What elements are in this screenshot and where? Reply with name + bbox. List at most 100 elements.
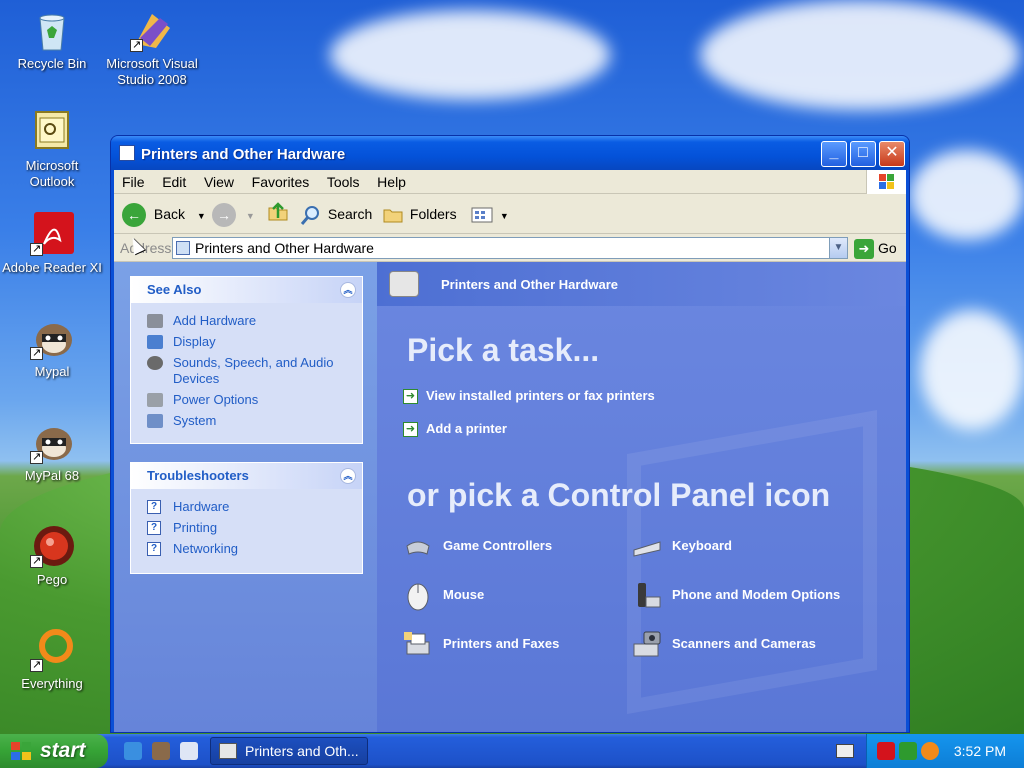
collapse-chevron-icon[interactable]: ︽ (340, 282, 356, 298)
desktop-icon-mypal[interactable]: Mypal (2, 316, 102, 380)
desktop-icon-label: Everything (21, 676, 83, 691)
back-button[interactable]: ← Back ▼ (122, 200, 206, 228)
go-button[interactable]: ➜ Go (854, 237, 897, 260)
content-header-title: Printers and Other Hardware (441, 277, 618, 292)
link-label: Power Options (173, 392, 259, 407)
address-input[interactable]: Printers and Other Hardware ▼ (172, 237, 848, 259)
keyboard-layout-icon[interactable] (836, 744, 854, 758)
back-arrow-icon: ← (122, 203, 146, 228)
cp-scanners-cameras[interactable]: Scanners and Cameras (632, 630, 816, 658)
link-power-options[interactable]: Power Options (147, 392, 354, 408)
mouse-icon (407, 583, 429, 611)
everything-tray-icon[interactable] (921, 742, 939, 760)
pick-icon-heading: or pick a Control Panel icon (407, 477, 831, 513)
watermark (627, 409, 877, 715)
task-pane: See Also ︽ Add Hardware Display Sounds, … (114, 262, 377, 732)
menu-file[interactable]: File (114, 170, 151, 190)
control-panel-icon (219, 743, 237, 759)
troubleshooters-header[interactable]: Troubleshooters ︽ (131, 463, 362, 489)
cp-mouse[interactable]: Mouse (403, 581, 484, 611)
back-dropdown-icon[interactable]: ▼ (197, 211, 206, 221)
link-system[interactable]: System (147, 413, 354, 429)
mypal-icon (30, 316, 74, 361)
desktop-icon-recycle-bin[interactable]: Recycle Bin (2, 8, 102, 72)
desktop-icon-label: Adobe Reader XI (2, 260, 102, 275)
desktop-icon-label: Recycle Bin (17, 56, 87, 71)
link-label: Add Hardware (173, 313, 257, 328)
task-add-printer[interactable]: ➜ Add a printer (403, 421, 507, 438)
up-folder-icon (268, 202, 288, 221)
link-label: Hardware (173, 499, 230, 514)
cp-keyboard[interactable]: Keyboard (632, 532, 732, 560)
taskbar: start Printers and Oth... 3:52 PM (0, 734, 1024, 768)
forward-button[interactable]: → ▼ (212, 200, 255, 228)
start-label: start (40, 739, 86, 762)
desktop-icon-label: Microsoft Outlook (25, 158, 79, 189)
forward-dropdown-icon: ▼ (245, 211, 255, 221)
desktop-icon-label: Mypal (34, 364, 70, 379)
system-icon (147, 414, 163, 428)
task-view-printers[interactable]: ➜ View installed printers or fax printers (403, 388, 655, 405)
keyboard-icon (633, 541, 661, 557)
menu-tools[interactable]: Tools (319, 170, 366, 190)
desktop-icon-everything[interactable]: Everything (2, 628, 102, 692)
search-icon (300, 206, 319, 226)
clock[interactable]: 3:52 PM (954, 743, 1006, 759)
explorer-window: Printers and Other Hardware _ □ ✕ File E… (110, 135, 910, 733)
back-label: Back (153, 206, 186, 222)
views-button[interactable]: ▼ (470, 200, 509, 228)
link-networking-troubleshooter[interactable]: ? Networking (147, 541, 354, 557)
help-icon: ? (147, 521, 161, 535)
cloud (330, 10, 610, 100)
menu-edit[interactable]: Edit (154, 170, 192, 190)
desktop-icon-visual-studio[interactable]: Microsoft Visual Studio 2008 (102, 8, 202, 88)
control-panel-icon (176, 241, 190, 255)
cloud (910, 150, 1024, 240)
internet-explorer-icon[interactable] (124, 742, 142, 760)
minimize-button[interactable]: _ (821, 141, 847, 167)
security-tray-icon[interactable] (899, 742, 917, 760)
menu-help[interactable]: Help (369, 170, 412, 190)
cp-label: Phone and Modem Options (672, 587, 841, 602)
taskbar-button-printers[interactable]: Printers and Oth... (210, 737, 368, 765)
desktop-icon-adobe-reader[interactable]: Adobe Reader XI (2, 212, 102, 276)
help-icon: ? (147, 542, 161, 556)
menu-favorites[interactable]: Favorites (244, 170, 316, 190)
everything-icon (30, 628, 74, 673)
menu-view[interactable]: View (196, 170, 240, 190)
desktop-icon-mypal68[interactable]: MyPal 68 (2, 420, 102, 484)
desktop-icon-label: Microsoft Visual Studio 2008 (106, 56, 198, 87)
close-button[interactable]: ✕ (879, 141, 905, 167)
desktop-icon-label: MyPal 68 (24, 468, 80, 483)
cp-phone-modem[interactable]: Phone and Modem Options (632, 581, 840, 609)
collapse-chevron-icon[interactable]: ︽ (340, 468, 356, 484)
mypal-quicklaunch-icon[interactable] (152, 742, 170, 760)
views-dropdown-icon: ▼ (499, 211, 509, 221)
adobe-reader-tray-icon[interactable] (877, 742, 895, 760)
folders-icon (383, 209, 403, 223)
folders-button[interactable]: Folders (382, 200, 457, 228)
address-dropdown-icon[interactable]: ▼ (829, 238, 847, 258)
forward-arrow-icon: → (212, 203, 236, 228)
title-bar[interactable]: Printers and Other Hardware _ □ ✕ (111, 136, 909, 170)
see-also-header[interactable]: See Also ︽ (131, 277, 362, 303)
start-button[interactable]: start (0, 734, 108, 768)
link-display[interactable]: Display (147, 334, 354, 350)
gamepad-icon (406, 541, 430, 555)
link-hardware-troubleshooter[interactable]: ? Hardware (147, 499, 354, 515)
troubleshooters-panel: Troubleshooters ︽ ? Hardware ? Printing ? N… (130, 462, 363, 574)
cp-game-controllers[interactable]: Game Controllers (403, 532, 552, 560)
sounds-icon (147, 356, 163, 370)
desktop-icon-pego[interactable]: Pego (2, 524, 102, 588)
maximize-button[interactable]: □ (850, 141, 876, 167)
up-folder-button[interactable] (266, 200, 290, 228)
cp-printers-faxes[interactable]: Printers and Faxes (403, 630, 559, 658)
link-printing-troubleshooter[interactable]: ? Printing (147, 520, 354, 536)
search-button[interactable]: Search (300, 200, 372, 228)
desktop-icon-outlook[interactable]: Microsoft Outlook (2, 110, 102, 190)
task-arrow-icon: ➜ (403, 422, 418, 438)
link-sounds[interactable]: Sounds, Speech, and Audio Devices (147, 355, 354, 387)
show-desktop-icon[interactable] (180, 742, 198, 760)
link-add-hardware[interactable]: Add Hardware (147, 313, 354, 329)
cp-label: Printers and Faxes (443, 636, 560, 651)
